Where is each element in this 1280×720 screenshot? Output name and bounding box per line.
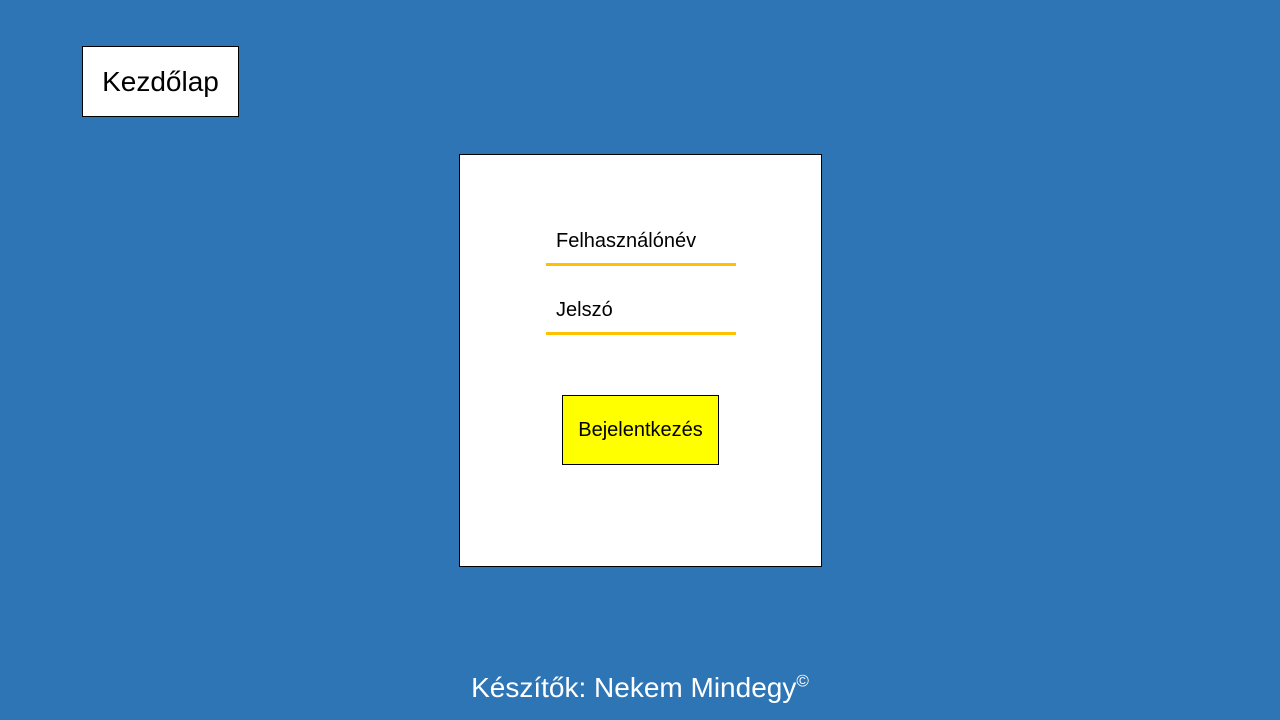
home-button[interactable]: Kezdőlap: [82, 46, 239, 117]
footer-credits: Készítők: Nekem Mindegy©: [0, 672, 1280, 704]
login-panel: Felhasználónév Jelszó Bejelentkezés: [459, 154, 822, 567]
username-label: Felhasználónév: [556, 230, 697, 252]
password-label: Jelszó: [556, 299, 613, 321]
username-field[interactable]: Felhasználónév: [546, 227, 736, 266]
login-button-label: Bejelentkezés: [578, 418, 703, 441]
password-underline: [546, 332, 736, 335]
password-field[interactable]: Jelszó: [546, 296, 736, 335]
login-button[interactable]: Bejelentkezés: [562, 395, 719, 465]
username-underline: [546, 263, 736, 266]
footer-credits-text: Készítők: Nekem Mindegy: [471, 672, 797, 703]
copyright-symbol: ©: [796, 671, 809, 691]
home-button-label: Kezdőlap: [102, 65, 219, 97]
